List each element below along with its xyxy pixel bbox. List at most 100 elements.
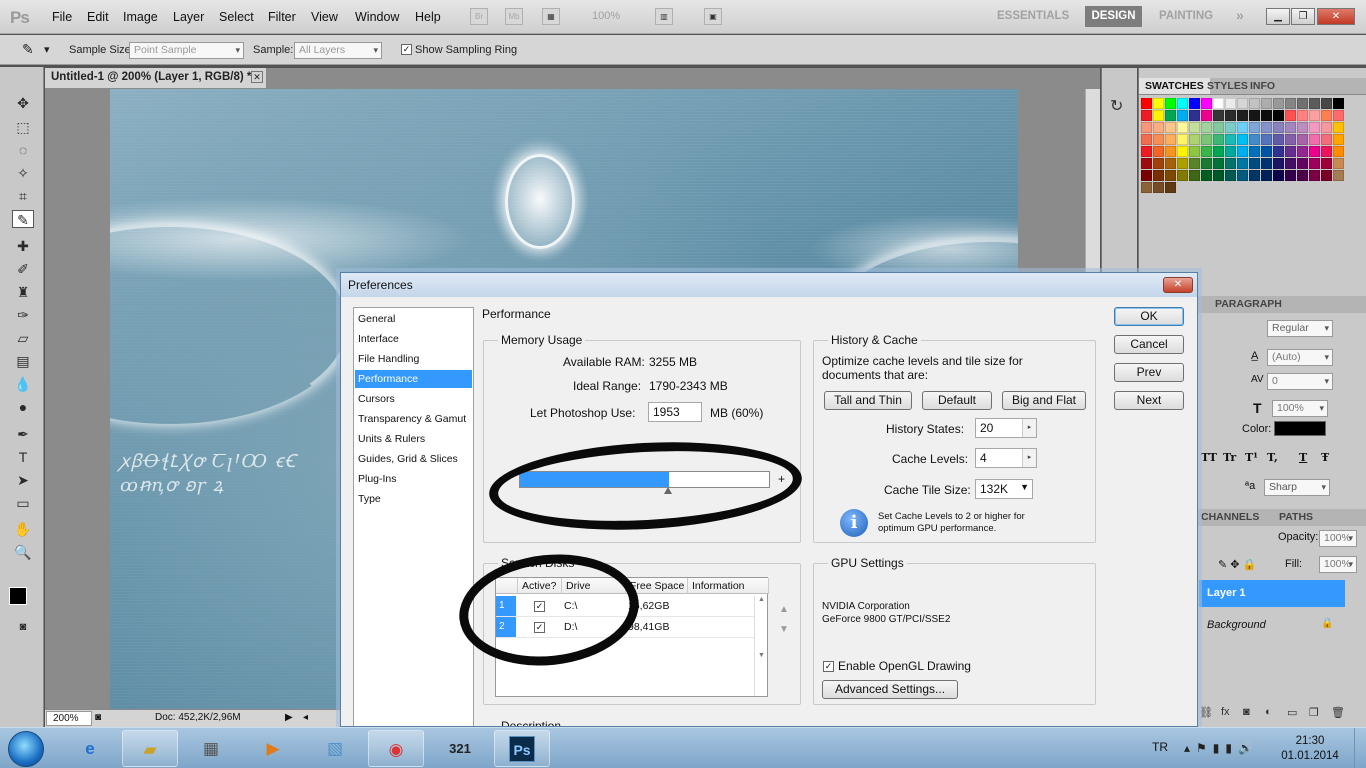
view-extras-icon[interactable]: ▦ (542, 8, 560, 25)
blur-tool-icon[interactable]: 💧 (12, 375, 34, 393)
color-swatch[interactable] (1237, 134, 1248, 145)
tab-paragraph[interactable]: PARAGRAPH (1209, 296, 1288, 312)
brush-tool-icon[interactable]: ✐ (12, 260, 34, 278)
color-swatch[interactable] (1225, 146, 1236, 157)
color-swatch[interactable] (1333, 170, 1344, 181)
path-selection-tool-icon[interactable]: ➤ (12, 471, 34, 489)
layer-row[interactable]: Layer 1 (1199, 580, 1345, 607)
show-desktop-button[interactable] (1354, 728, 1366, 768)
new-layer-icon[interactable]: ❐ (1309, 706, 1319, 719)
table-scrollbar[interactable]: ▲ ▼ (754, 596, 768, 696)
color-swatch[interactable] (1165, 134, 1176, 145)
subscript-button[interactable]: T, (1267, 451, 1278, 464)
color-swatch[interactable] (1141, 98, 1152, 109)
menu-image[interactable]: Image (123, 10, 158, 24)
color-swatch[interactable] (1141, 134, 1152, 145)
media-player-icon[interactable]: ▶ (245, 730, 301, 767)
color-swatch[interactable] (1273, 146, 1284, 157)
input-language-indicator[interactable]: TR (1152, 740, 1168, 754)
quick-selection-tool-icon[interactable]: ✧ (12, 164, 34, 182)
dodge-tool-icon[interactable]: ● (12, 398, 34, 416)
fill-field[interactable]: 100% (1319, 556, 1357, 573)
strikethrough-button[interactable]: Ŧ (1321, 451, 1329, 464)
tracking-select[interactable]: 0 (1267, 373, 1333, 390)
zoom-level-field[interactable]: 200% (46, 711, 92, 726)
color-swatch[interactable] (1201, 122, 1212, 133)
color-swatch[interactable] (1153, 122, 1164, 133)
new-group-icon[interactable]: ▭ (1287, 706, 1297, 719)
color-swatch[interactable] (1297, 146, 1308, 157)
color-swatch[interactable] (1141, 146, 1152, 157)
type-tool-icon[interactable]: T (12, 448, 34, 466)
color-swatch[interactable] (1177, 158, 1188, 169)
color-swatch[interactable] (1249, 158, 1260, 169)
color-swatch[interactable] (1285, 146, 1296, 157)
cancel-button[interactable]: Cancel (1114, 335, 1184, 354)
color-swatch[interactable] (1177, 110, 1188, 121)
color-swatch[interactable] (1237, 98, 1248, 109)
lasso-tool-icon[interactable]: ◌ (12, 141, 34, 159)
status-menu-arrow-icon[interactable]: ▶ (285, 712, 293, 723)
eyedropper-tool-icon[interactable]: ✎ (12, 210, 34, 228)
font-style-select[interactable]: Regular (1267, 320, 1333, 337)
media-player-classic-icon[interactable]: 321 (432, 730, 488, 767)
color-swatch[interactable] (1249, 110, 1260, 121)
color-swatch[interactable] (1333, 158, 1344, 169)
color-swatch[interactable] (1153, 110, 1164, 121)
big-and-flat-button[interactable]: Big and Flat (1002, 391, 1086, 410)
color-swatch[interactable] (1189, 98, 1200, 109)
screen-mode-icon[interactable]: ▣ (704, 8, 722, 25)
color-swatch[interactable] (1297, 170, 1308, 181)
color-swatch[interactable] (1321, 134, 1332, 145)
gradient-tool-icon[interactable]: ▤ (12, 352, 34, 370)
color-swatch[interactable] (1249, 146, 1260, 157)
foreground-color-swatch[interactable] (9, 587, 27, 605)
pen-tool-icon[interactable]: ✒ (12, 425, 34, 443)
nav-file-handling[interactable]: File Handling (355, 350, 472, 368)
tab-info[interactable]: INFO (1244, 78, 1281, 94)
color-swatch[interactable] (1153, 158, 1164, 169)
scroll-left-icon[interactable]: ◂ (303, 712, 308, 723)
color-swatch[interactable] (1321, 110, 1332, 121)
color-swatch[interactable] (1213, 110, 1224, 121)
color-swatch[interactable] (1225, 134, 1236, 145)
color-swatch[interactable] (1153, 182, 1164, 193)
color-swatch[interactable] (1201, 170, 1212, 181)
nav-performance[interactable]: Performance (355, 370, 472, 388)
nav-plug-ins[interactable]: Plug-Ins (355, 470, 472, 488)
color-swatch[interactable] (1321, 122, 1332, 133)
color-swatch[interactable] (1309, 146, 1320, 157)
color-swatch[interactable] (1165, 110, 1176, 121)
color-swatch[interactable] (1141, 110, 1152, 121)
color-swatch[interactable] (1165, 170, 1176, 181)
history-brush-tool-icon[interactable]: ✑ (12, 306, 34, 324)
color-swatch[interactable] (1165, 146, 1176, 157)
move-up-icon[interactable]: ▲ (779, 604, 789, 615)
text-color-swatch[interactable] (1274, 421, 1326, 436)
file-explorer-icon[interactable]: ▰ (122, 730, 178, 767)
color-swatch[interactable] (1201, 158, 1212, 169)
tray-icons[interactable]: ▴⚑▮▮🔊 (1184, 741, 1259, 755)
tab-swatches[interactable]: SWATCHES (1139, 78, 1210, 94)
color-swatch[interactable] (1153, 170, 1164, 181)
restore-button[interactable]: ❐ (1291, 8, 1315, 25)
color-swatch[interactable] (1189, 110, 1200, 121)
menu-file[interactable]: File (52, 10, 72, 24)
color-swatch[interactable] (1213, 134, 1224, 145)
color-swatch[interactable] (1141, 170, 1152, 181)
history-states-input[interactable]: 20 ▸ (975, 418, 1037, 438)
color-swatch[interactable] (1309, 98, 1320, 109)
sample-select[interactable]: All Layers (294, 42, 382, 59)
history-panel-icon[interactable]: ↻ (1110, 96, 1123, 116)
color-swatch[interactable] (1285, 110, 1296, 121)
color-swatch[interactable] (1165, 158, 1176, 169)
color-swatch[interactable] (1273, 170, 1284, 181)
color-swatch[interactable] (1273, 158, 1284, 169)
color-swatch[interactable] (1321, 170, 1332, 181)
underline-button[interactable]: T (1299, 451, 1307, 464)
nav-general[interactable]: General (355, 310, 472, 328)
delete-layer-icon[interactable]: 🗑 (1331, 706, 1345, 719)
color-swatch[interactable] (1201, 98, 1212, 109)
color-swatch[interactable] (1261, 98, 1272, 109)
color-swatch[interactable] (1213, 170, 1224, 181)
